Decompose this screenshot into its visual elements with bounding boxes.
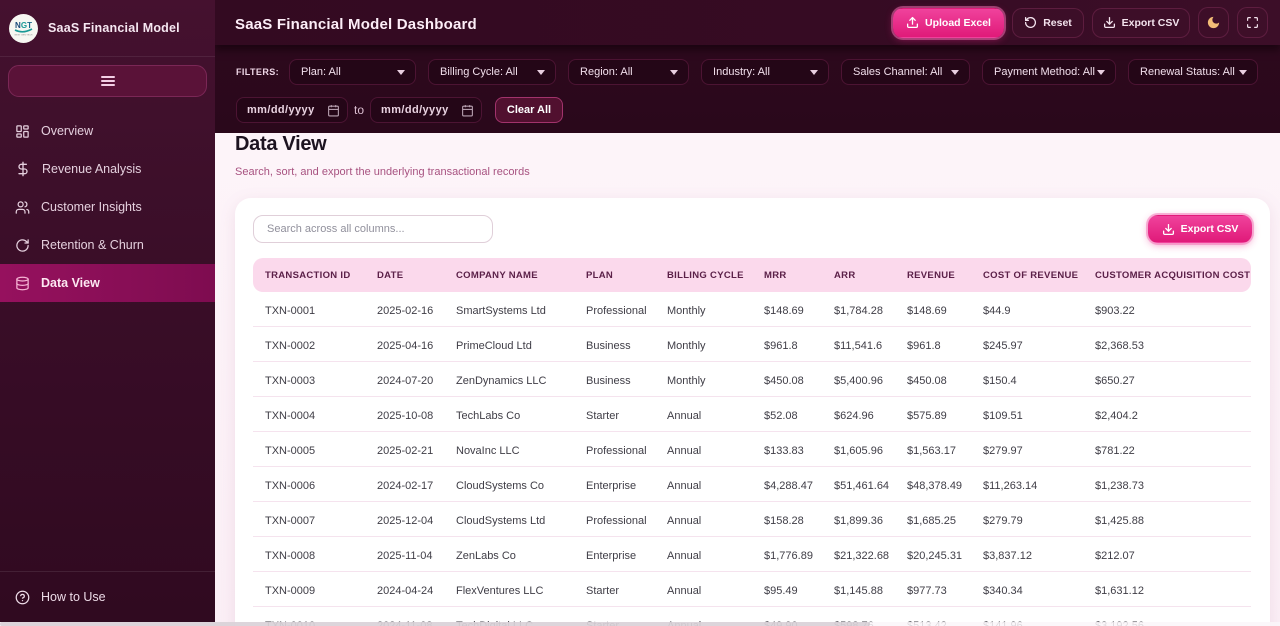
svg-text:NGT: NGT	[15, 21, 32, 30]
svg-text:NEXT GEN TECH: NEXT GEN TECH	[15, 34, 33, 36]
